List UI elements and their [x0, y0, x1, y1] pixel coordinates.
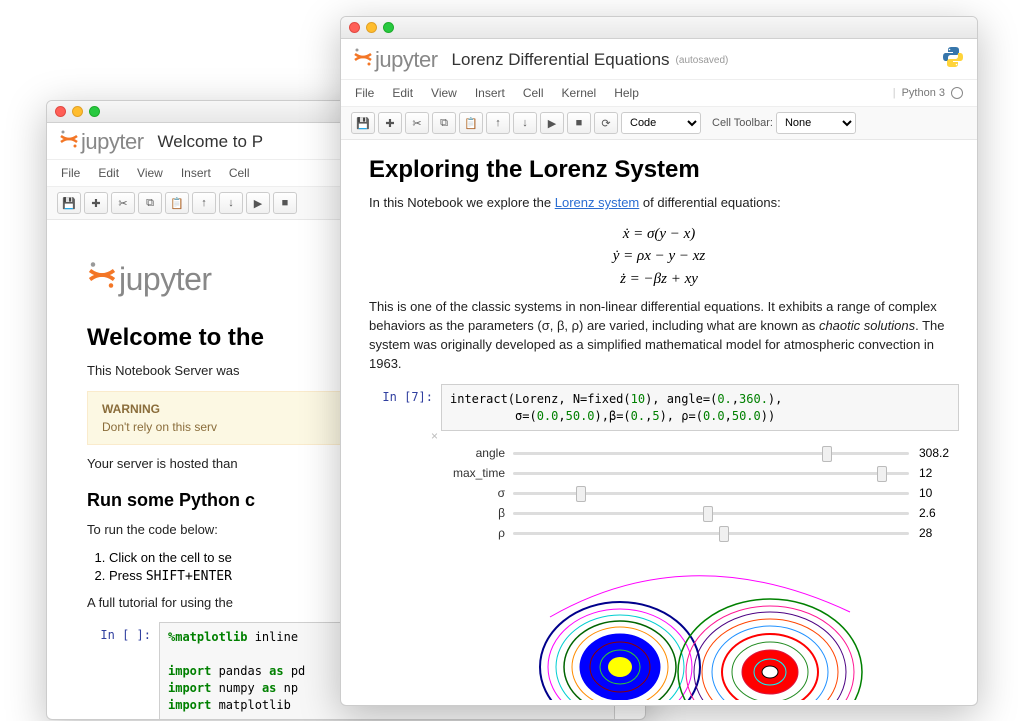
close-window-icon[interactable] [55, 106, 66, 117]
slider-row-σ: σ 10 [447, 485, 953, 501]
slider-row-ρ: ρ 28 [447, 525, 953, 541]
menu-cell[interactable]: Cell [523, 86, 544, 100]
menu-help[interactable]: Help [614, 86, 639, 100]
logo-text: jupyter [81, 129, 144, 155]
foreground-window: jupyter Lorenz Differential Equations (a… [340, 16, 978, 706]
paste-button[interactable]: 📋 [165, 192, 189, 214]
menu-kernel[interactable]: Kernel [562, 86, 597, 100]
save-button[interactable]: 💾 [351, 112, 375, 134]
minimize-window-icon[interactable] [366, 22, 377, 33]
move-up-button[interactable]: ↑ [192, 192, 216, 214]
menu-cell[interactable]: Cell [229, 166, 250, 180]
menu-edit[interactable]: Edit [98, 166, 119, 180]
paste-button[interactable]: 📋 [459, 112, 483, 134]
menu-edit[interactable]: Edit [392, 86, 413, 100]
celltoolbar-label: Cell Toolbar: [712, 117, 773, 129]
slider-max_time[interactable] [513, 465, 909, 481]
titlebar-front [341, 17, 977, 39]
notebook-title-back[interactable]: Welcome to P [158, 132, 264, 152]
page-title: Exploring the Lorenz System [369, 156, 949, 184]
close-widget-icon[interactable]: × [431, 429, 438, 443]
slider-value: 2.6 [909, 506, 953, 520]
add-cell-button[interactable]: ✚ [84, 192, 108, 214]
code-cell-front[interactable]: In [7]: interact(Lorenz, N=fixed(10), an… [369, 384, 959, 700]
slider-σ[interactable] [513, 485, 909, 501]
stop-button[interactable]: ■ [273, 192, 297, 214]
run-button[interactable]: ▶ [246, 192, 270, 214]
slider-label: angle [447, 446, 513, 460]
celltoolbar-select[interactable]: None [776, 112, 856, 134]
slider-value: 10 [909, 486, 953, 500]
description-paragraph: This is one of the classic systems in no… [369, 298, 949, 373]
slider-label: β [447, 506, 513, 520]
kernel-name: Python 3 [902, 87, 945, 99]
lorenz-plot [490, 557, 910, 700]
slider-β[interactable] [513, 505, 909, 521]
slider-value: 28 [909, 526, 953, 540]
restart-button[interactable]: ⟳ [594, 112, 618, 134]
slider-ρ[interactable] [513, 525, 909, 541]
slider-value: 308.2 [909, 446, 953, 460]
zoom-window-icon[interactable] [383, 22, 394, 33]
autosaved-label: (autosaved) [676, 55, 729, 66]
interact-widgets: × angle 308.2 max_time 12 σ 10 β 2.6 ρ [441, 431, 959, 549]
move-down-button[interactable]: ↓ [219, 192, 243, 214]
save-button[interactable]: 💾 [57, 192, 81, 214]
slider-label: max_time [447, 466, 513, 480]
cut-button[interactable]: ✂ [405, 112, 429, 134]
cut-button[interactable]: ✂ [111, 192, 135, 214]
slider-label: ρ [447, 526, 513, 540]
close-window-icon[interactable] [349, 22, 360, 33]
slider-value: 12 [909, 466, 953, 480]
menu-file[interactable]: File [61, 166, 80, 180]
menu-insert[interactable]: Insert [181, 166, 211, 180]
lorenz-link[interactable]: Lorenz system [555, 195, 640, 210]
stop-button[interactable]: ■ [567, 112, 591, 134]
copy-button[interactable]: ⧉ [432, 112, 456, 134]
move-up-button[interactable]: ↑ [486, 112, 510, 134]
menu-view[interactable]: View [431, 86, 457, 100]
jupyter-logo: jupyter [59, 129, 144, 155]
minimize-window-icon[interactable] [72, 106, 83, 117]
slider-row-angle: angle 308.2 [447, 445, 953, 461]
add-cell-button[interactable]: ✚ [378, 112, 402, 134]
kernel-status-icon [951, 87, 963, 99]
code-input[interactable]: interact(Lorenz, N=fixed(10), angle=(0.,… [441, 384, 959, 432]
intro-paragraph: In this Notebook we explore the Lorenz s… [369, 194, 949, 213]
run-button[interactable]: ▶ [540, 112, 564, 134]
slider-label: σ [447, 486, 513, 500]
menu-file[interactable]: File [355, 86, 374, 100]
slider-angle[interactable] [513, 445, 909, 461]
copy-button[interactable]: ⧉ [138, 192, 162, 214]
notebook-content-front: Exploring the Lorenz System In this Note… [341, 140, 977, 700]
kernel-indicator: | Python 3 [893, 87, 963, 99]
zoom-window-icon[interactable] [89, 106, 100, 117]
toolbar-front: 💾 ✚ ✂ ⧉ 📋 ↑ ↓ ▶ ■ ⟳ Code Cell Toolbar: N… [341, 107, 977, 140]
celltype-select[interactable]: Code [621, 112, 701, 134]
equations: ẋ = σ(y − x) ẏ = ρx − y − xz ż = −βz + x… [369, 223, 949, 291]
python-icon [941, 45, 965, 75]
notebook-title-front[interactable]: Lorenz Differential Equations [452, 50, 670, 70]
menu-insert[interactable]: Insert [475, 86, 505, 100]
move-down-button[interactable]: ↓ [513, 112, 537, 134]
cell-prompt: In [ ]: [87, 622, 159, 720]
jupyter-logo: jupyter [353, 47, 438, 73]
menubar-front: File Edit View Insert Cell Kernel Help |… [341, 80, 977, 107]
slider-row-max_time: max_time 12 [447, 465, 953, 481]
header-front: jupyter Lorenz Differential Equations (a… [341, 39, 977, 80]
menu-view[interactable]: View [137, 166, 163, 180]
slider-row-β: β 2.6 [447, 505, 953, 521]
